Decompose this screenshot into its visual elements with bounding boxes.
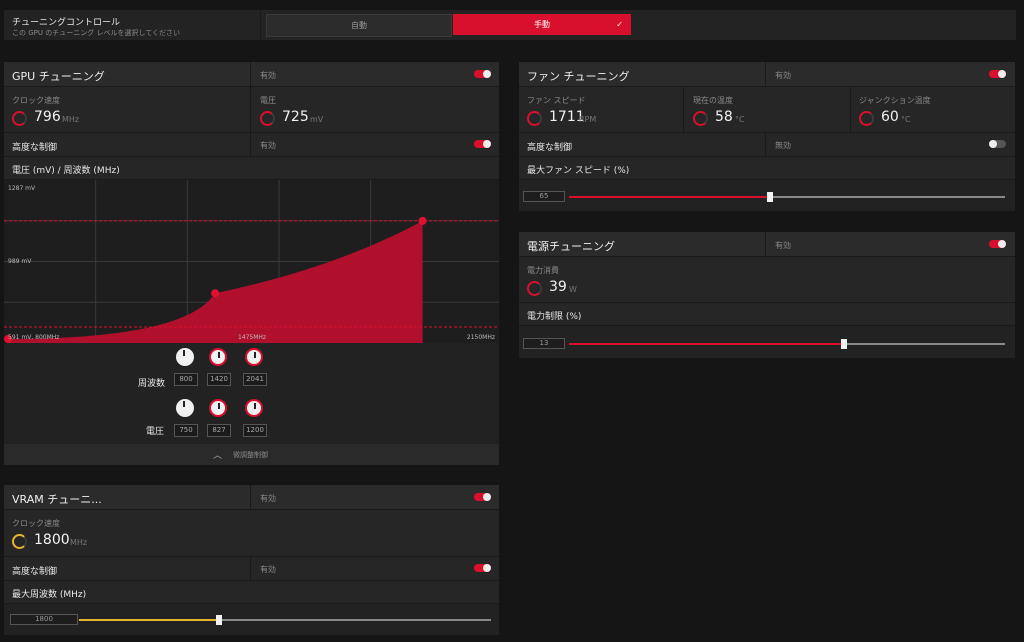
fan-slider-fill [569, 196, 770, 198]
junction-unit: °C [901, 115, 911, 124]
gpu-tuning-toggle[interactable] [474, 70, 491, 78]
max-fan-label: 最大ファン スピード (%) [527, 166, 630, 176]
power-tuning-toggle[interactable] [989, 240, 1006, 248]
vram-max-freq-label: 最大周波数 (MHz) [12, 590, 87, 600]
power-slider-thumb[interactable] [840, 339, 847, 349]
temp-value: 58 [715, 109, 733, 125]
fan-tuning-status: 有効 [775, 71, 791, 80]
check-icon: ✓ [616, 20, 623, 29]
advanced-control-status: 有効 [260, 141, 276, 150]
junction-label: ジャンクション温度 [859, 96, 931, 105]
curve-label: 電圧 (mV) / 周波数 (MHz) [12, 166, 120, 176]
fan-advanced-label: 高度な制御 [527, 143, 573, 153]
chart-y-label-top: 1287 mV [8, 185, 36, 192]
chart-point-3 [418, 216, 427, 225]
chart-y-label-mid: 989 mV [8, 258, 32, 265]
clock-speed-label: クロック速度 [12, 96, 60, 105]
vram-clock-label: クロック速度 [12, 519, 60, 528]
volt-knob-1[interactable] [176, 399, 194, 417]
chart-x-label-start: 591 mV, 800MHz [8, 334, 59, 341]
fan-tuning-panel: ファン チューニング 有効 ファン スピード 1711 RPM 現在の温度 58… [519, 62, 1015, 211]
voltage-label: 電圧 [260, 96, 276, 105]
manual-button-label: 手動 [534, 20, 550, 29]
volt-value-1[interactable]: 750 [174, 424, 198, 437]
freq-row-label: 周波数 [138, 379, 166, 389]
clock-speed-value: 796 [34, 109, 61, 125]
freq-knob-2[interactable] [209, 348, 227, 366]
vram-clock-unit: MHz [70, 538, 88, 547]
freq-knob-1[interactable] [176, 348, 194, 366]
volt-row-label: 電圧 [146, 427, 165, 437]
freq-value-1[interactable]: 800 [174, 373, 198, 386]
power-unit: W [569, 285, 577, 294]
temp-unit: °C [735, 115, 745, 124]
fan-tuning-toggle[interactable] [989, 70, 1006, 78]
vram-tuning-toggle[interactable] [474, 493, 491, 501]
tuning-control-subtitle: この GPU のチューニング レベルを選択してください [12, 29, 181, 37]
volt-knob-3[interactable] [245, 399, 263, 417]
temp-gauge-icon [693, 111, 708, 126]
clock-speed-unit: MHz [62, 115, 80, 124]
max-fan-input[interactable]: 65 [523, 191, 565, 202]
volt-knob-2[interactable] [209, 399, 227, 417]
auto-button[interactable]: 自動 [266, 14, 452, 37]
vram-slider-fill [79, 619, 220, 621]
vram-tuning-title: VRAM チューニ... [12, 493, 102, 506]
fan-advanced-status: 無効 [775, 141, 791, 150]
power-limit-label: 電力制限 (%) [527, 312, 582, 322]
auto-button-label: 自動 [351, 21, 367, 30]
junction-gauge-icon [859, 111, 874, 126]
vram-advanced-status: 有効 [260, 565, 276, 574]
gpu-tuning-title: GPU チューニング [12, 70, 105, 83]
chevron-up-icon: ︿ [213, 451, 223, 461]
fan-speed-label: ファン スピード [527, 96, 586, 105]
power-label: 電力消費 [527, 266, 559, 275]
vram-max-freq-input[interactable]: 1800 [10, 614, 78, 625]
fan-advanced-toggle[interactable] [989, 140, 1006, 148]
voltage-frequency-chart[interactable]: 1287 mV 989 mV 591 mV, 800MHz 1475MHz 2150MH… [4, 180, 499, 343]
chart-x-label-end: 2150MHz [467, 334, 495, 341]
volt-value-2[interactable]: 827 [207, 424, 231, 437]
voltage-unit: mV [310, 115, 324, 124]
temp-label: 現在の温度 [693, 96, 733, 105]
vram-advanced-label: 高度な制御 [12, 567, 58, 577]
vram-slider-thumb[interactable] [216, 615, 223, 625]
junction-value: 60 [881, 109, 899, 125]
collapse-row[interactable]: ︿ 微調整制御 [4, 444, 499, 465]
fan-slider-thumb[interactable] [766, 192, 773, 202]
power-slider-fill [569, 343, 844, 345]
vram-advanced-toggle[interactable] [474, 564, 491, 572]
fan-speed-gauge-icon [527, 111, 542, 126]
vram-tuning-panel: VRAM チューニ... 有効 クロック速度 1800 MHz 高度な制御 有効… [4, 485, 499, 635]
fan-speed-unit: RPM [579, 115, 597, 124]
freq-value-2[interactable]: 1420 [207, 373, 231, 386]
vram-clock-value: 1800 [34, 532, 70, 548]
fan-tuning-title: ファン チューニング [527, 70, 630, 83]
voltage-value: 725 [282, 109, 309, 125]
freq-knob-3[interactable] [245, 348, 263, 366]
gpu-tuning-status: 有効 [260, 71, 276, 80]
clock-gauge-icon [12, 111, 27, 126]
power-tuning-panel: 電源チューニング 有効 電力消費 39 W 電力制限 (%) 13 [519, 232, 1015, 358]
advanced-control-label: 高度な制御 [12, 143, 58, 153]
collapse-label: 微調整制御 [233, 451, 268, 459]
voltage-gauge-icon [260, 111, 275, 126]
gpu-tuning-panel: GPU チューニング 有効 クロック速度 796 MHz 電圧 725 mV 高… [4, 62, 499, 465]
power-tuning-title: 電源チューニング [527, 240, 615, 253]
advanced-control-toggle[interactable] [474, 140, 491, 148]
power-limit-input[interactable]: 13 [523, 338, 565, 349]
power-gauge-icon [527, 281, 542, 296]
volt-value-3[interactable]: 1200 [243, 424, 267, 437]
vram-tuning-status: 有効 [260, 494, 276, 503]
chart-x-label-mid: 1475MHz [238, 334, 266, 341]
vram-clock-gauge-icon [12, 534, 27, 549]
tuning-control-title: チューニングコントロール [12, 18, 121, 28]
tuning-control-panel: チューニングコントロール この GPU のチューニング レベルを選択してください… [4, 10, 1016, 40]
power-tuning-status: 有効 [775, 241, 791, 250]
freq-value-3[interactable]: 2041 [243, 373, 267, 386]
chart-point-2 [211, 289, 220, 298]
manual-button[interactable]: 手動 ✓ [453, 14, 631, 35]
power-value: 39 [549, 279, 567, 295]
